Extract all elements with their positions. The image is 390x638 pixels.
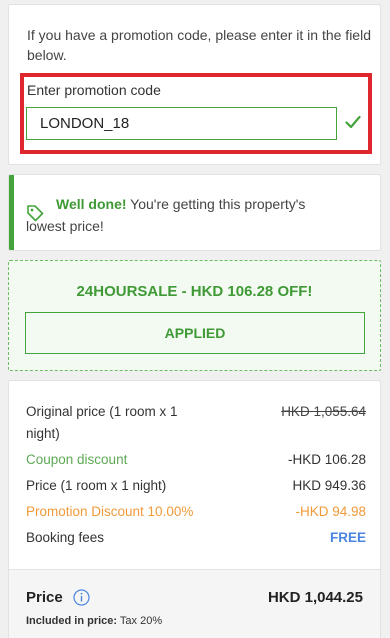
coupon-card: 24HOURSALE - HKD 106.28 OFF! APPLIED: [8, 260, 381, 371]
original-price-value: HKD 1,055.64: [281, 404, 366, 419]
notice-bold-text: Well done!: [56, 196, 127, 212]
coupon-discount-value: -HKD 106.28: [287, 452, 366, 467]
promotion-discount-value: -HKD 94.98: [295, 504, 366, 519]
coupon-discount-label: Coupon discount: [26, 452, 128, 467]
info-icon[interactable]: [73, 589, 90, 606]
included-in-price: Included in price: Tax 20%: [26, 615, 162, 627]
notice-accent-bar: [9, 175, 14, 250]
total-price-section: Price HKD 1,044.25 Included in price: Ta…: [9, 569, 380, 638]
checkmark-icon: [345, 115, 361, 129]
promo-code-card: If you have a promotion code, please ent…: [8, 4, 381, 165]
original-price-label: Original price (1 room x 1: [26, 404, 178, 419]
original-price-label-line2: night): [26, 426, 60, 441]
notice-text-line2: lowest price!: [26, 218, 104, 234]
applied-button[interactable]: APPLIED: [25, 312, 365, 354]
total-price-label: Price: [26, 589, 63, 606]
promo-field-label: Enter promotion code: [27, 82, 161, 98]
included-label: Included in price:: [26, 615, 118, 627]
subtotal-price-label: Price (1 room x 1 night): [26, 478, 167, 493]
booking-fees-label: Booking fees: [26, 530, 105, 545]
total-price-value: HKD 1,044.25: [267, 589, 363, 606]
promo-intro-text: If you have a promotion code, please ent…: [27, 27, 371, 63]
lowest-price-notice: Well done! You're getting this property'…: [8, 174, 381, 251]
included-value: Tax 20%: [117, 615, 163, 627]
booking-fees-value: FREE: [329, 530, 366, 545]
price-breakdown-card: Original price (1 room x 1 HKD 1,055.64 …: [8, 380, 381, 638]
subtotal-price-value: HKD 949.36: [292, 478, 366, 493]
promotion-discount-label: Promotion Discount 10.00%: [26, 504, 194, 519]
notice-text-line1: You're getting this property's: [126, 196, 306, 212]
promo-code-input[interactable]: [26, 107, 337, 140]
coupon-title: 24HOURSALE - HKD 106.28 OFF!: [76, 283, 313, 300]
